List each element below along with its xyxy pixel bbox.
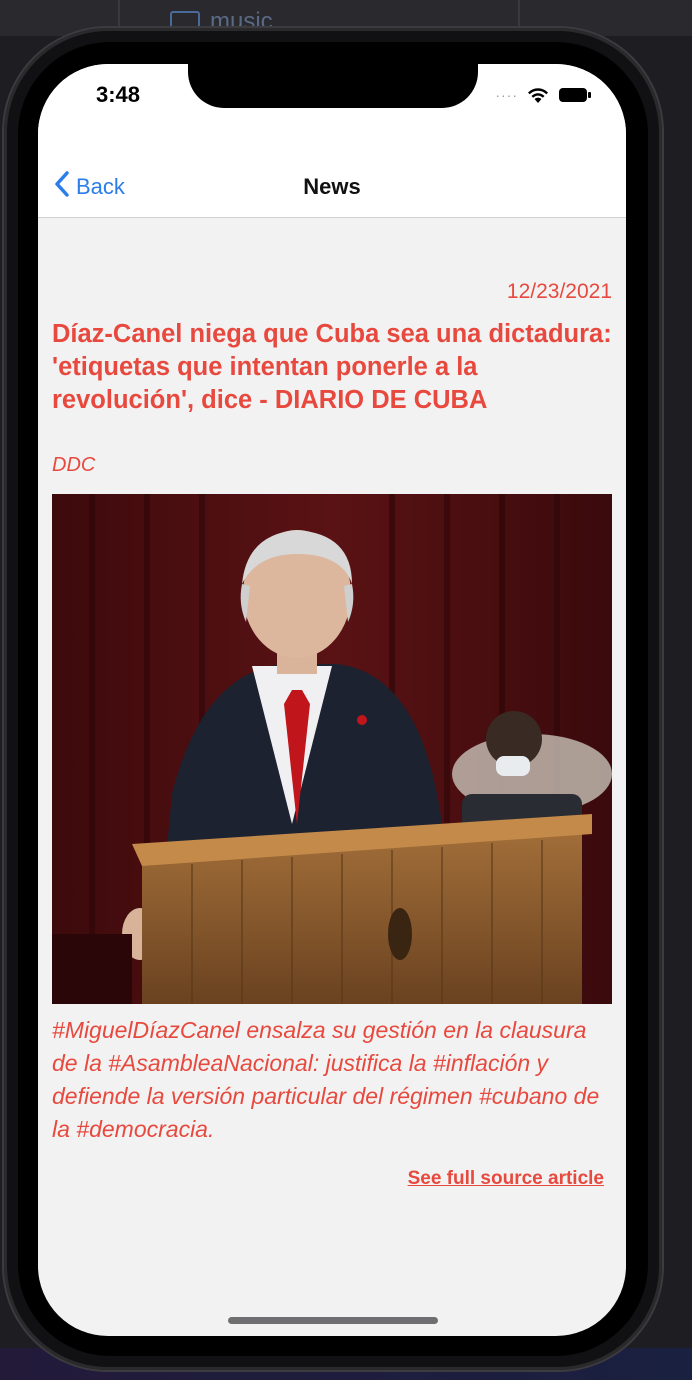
see-full-article-link[interactable]: See full source article — [408, 1168, 604, 1190]
wifi-icon — [526, 86, 550, 104]
home-indicator — [228, 1317, 438, 1324]
article-headline: Díaz-Canel niega que Cuba sea una dictad… — [52, 320, 612, 414]
article-photo — [52, 494, 612, 1004]
article-source: DDC — [52, 454, 96, 476]
phone-screen: 3:48 ···· Back News 12/23/2021 Díaz-Cane… — [38, 64, 626, 1336]
battery-icon — [558, 86, 592, 104]
article-description: #MiguelDíazCanel ensalza su gestión en l… — [52, 1017, 600, 1142]
signal-dots-icon: ···· — [495, 87, 518, 103]
status-icons: ···· — [495, 86, 592, 104]
phone-notch — [188, 64, 478, 108]
status-time: 3:48 — [96, 82, 141, 107]
page-title: News — [303, 174, 361, 199]
navigation-bar: Back News — [38, 140, 626, 218]
article-date: 12/23/2021 — [506, 280, 612, 303]
